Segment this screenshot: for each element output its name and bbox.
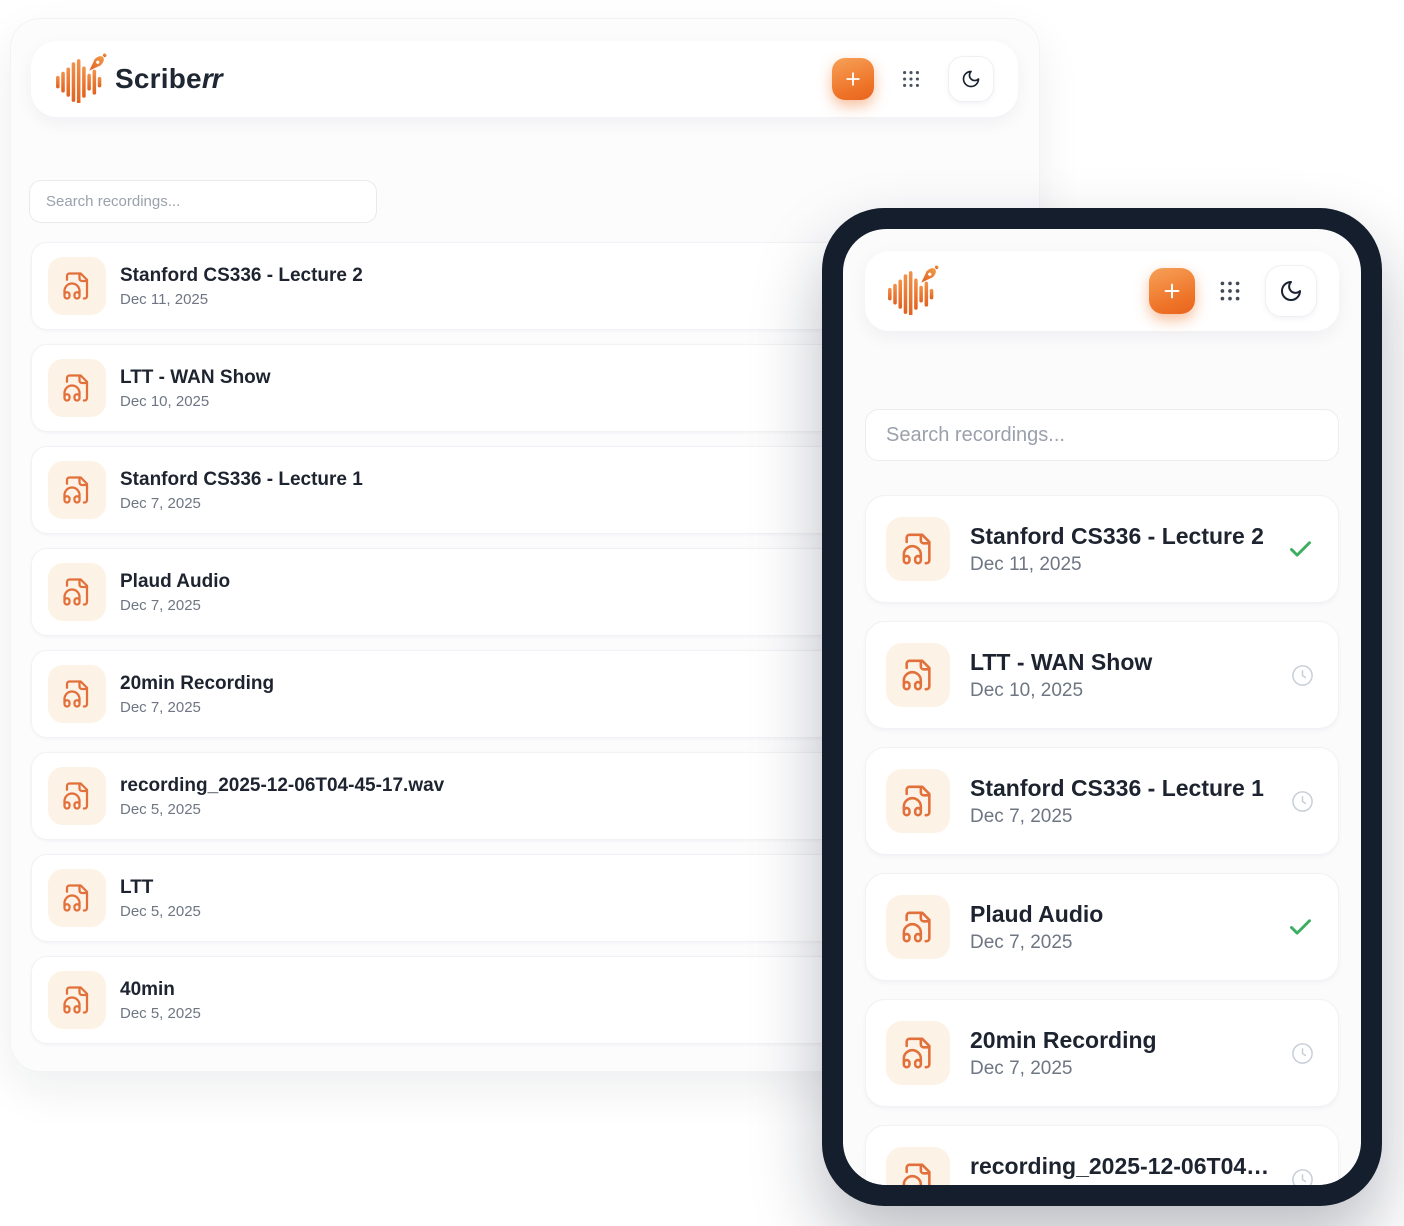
app-title-script: rr: [202, 63, 222, 94]
recording-title: LTT - WAN Show: [970, 649, 1271, 676]
file-audio-icon: [62, 679, 92, 709]
recording-meta: 20min Recording Dec 7, 2025: [970, 1027, 1271, 1080]
dark-mode-toggle-button[interactable]: [948, 56, 994, 102]
phone-screen: Stanford CS336 - Lecture 2 Dec 11, 2025: [843, 229, 1361, 1185]
new-recording-button[interactable]: [1149, 268, 1195, 314]
recording-title: Stanford CS336 - Lecture 2: [970, 523, 1267, 550]
file-audio-icon: [62, 883, 92, 913]
file-audio-icon: [901, 1036, 935, 1070]
desktop-header: Scriberr: [31, 41, 1018, 117]
recording-title: 20min Recording: [970, 1027, 1271, 1054]
recording-meta: LTT - WAN Show Dec 10, 2025: [970, 649, 1271, 702]
file-audio-icon: [62, 577, 92, 607]
file-audio-icon: [901, 1162, 935, 1185]
audio-file-chip: [48, 767, 106, 825]
waveform-logo-icon: [887, 267, 935, 315]
file-audio-icon: [901, 910, 935, 944]
recording-card[interactable]: LTT - WAN Show Dec 10, 2025: [865, 621, 1339, 729]
audio-file-chip: [886, 643, 950, 707]
grid-dots-icon: [1217, 278, 1243, 304]
audio-file-chip: [48, 563, 106, 621]
audio-file-chip: [48, 461, 106, 519]
recording-card[interactable]: Plaud Audio Dec 7, 2025: [865, 873, 1339, 981]
plus-icon: [1161, 280, 1183, 302]
audio-file-chip: [48, 665, 106, 723]
audio-file-chip: [886, 1021, 950, 1085]
file-audio-icon: [62, 475, 92, 505]
grid-dots-icon: [900, 68, 922, 90]
apps-grid-button[interactable]: [1215, 276, 1245, 306]
processing-clock-icon: [1291, 664, 1314, 687]
recording-title: recording_2025-12-06T04-45-17.wav: [970, 1153, 1271, 1180]
header-actions: [1149, 265, 1317, 317]
page: Scriberr: [0, 0, 1404, 1226]
pen-nib-icon: [84, 50, 110, 76]
moon-icon: [961, 69, 981, 89]
phone-mockup: Stanford CS336 - Lecture 2 Dec 11, 2025: [822, 208, 1382, 1206]
file-audio-icon: [62, 985, 92, 1015]
plus-icon: [843, 69, 863, 89]
apps-grid-button[interactable]: [896, 64, 926, 94]
header-actions: [832, 56, 994, 102]
audio-file-chip: [48, 257, 106, 315]
completed-check-icon: [1287, 536, 1314, 563]
audio-file-chip: [886, 769, 950, 833]
recording-meta: recording_2025-12-06T04-45-17.wav Dec 5,…: [970, 1153, 1271, 1186]
file-audio-icon: [901, 532, 935, 566]
recordings-list: Stanford CS336 - Lecture 2 Dec 11, 2025: [865, 495, 1339, 1185]
processing-clock-icon: [1291, 1042, 1314, 1065]
app-title-main: Scribe: [115, 63, 202, 94]
search-input[interactable]: [865, 409, 1339, 461]
processing-clock-icon: [1291, 1168, 1314, 1186]
pen-nib-icon: [916, 262, 942, 288]
recording-date: Dec 11, 2025: [970, 554, 1267, 576]
recording-card[interactable]: Stanford CS336 - Lecture 1 Dec 7, 2025: [865, 747, 1339, 855]
app-title: Scriberr: [115, 63, 222, 95]
recording-title: Plaud Audio: [970, 901, 1267, 928]
phone-header: [865, 251, 1339, 331]
audio-file-chip: [48, 971, 106, 1029]
dark-mode-toggle-button[interactable]: [1265, 265, 1317, 317]
moon-icon: [1279, 279, 1303, 303]
new-recording-button[interactable]: [832, 58, 874, 100]
file-audio-icon: [62, 373, 92, 403]
completed-check-icon: [1287, 914, 1314, 941]
audio-file-chip: [48, 359, 106, 417]
recording-meta: Stanford CS336 - Lecture 1 Dec 7, 2025: [970, 775, 1271, 828]
search-input[interactable]: [29, 180, 377, 223]
file-audio-icon: [901, 784, 935, 818]
file-audio-icon: [62, 781, 92, 811]
recording-date: Dec 10, 2025: [970, 680, 1271, 702]
audio-file-chip: [886, 895, 950, 959]
audio-file-chip: [48, 869, 106, 927]
recording-card[interactable]: 20min Recording Dec 7, 2025: [865, 999, 1339, 1107]
recording-card[interactable]: recording_2025-12-06T04-45-17.wav Dec 5,…: [865, 1125, 1339, 1185]
processing-clock-icon: [1291, 790, 1314, 813]
recording-meta: Stanford CS336 - Lecture 2 Dec 11, 2025: [970, 523, 1267, 576]
app-logo: Scriberr: [55, 55, 222, 103]
audio-file-chip: [886, 517, 950, 581]
recording-date: Dec 7, 2025: [970, 1058, 1271, 1080]
file-audio-icon: [901, 658, 935, 692]
recording-date: Dec 7, 2025: [970, 932, 1267, 954]
audio-file-chip: [886, 1147, 950, 1185]
recording-date: Dec 5, 2025: [970, 1184, 1271, 1186]
recording-title: Stanford CS336 - Lecture 1: [970, 775, 1271, 802]
recording-date: Dec 7, 2025: [970, 806, 1271, 828]
recording-card[interactable]: Stanford CS336 - Lecture 2 Dec 11, 2025: [865, 495, 1339, 603]
waveform-logo-icon: [55, 55, 103, 103]
recording-meta: Plaud Audio Dec 7, 2025: [970, 901, 1267, 954]
file-audio-icon: [62, 271, 92, 301]
